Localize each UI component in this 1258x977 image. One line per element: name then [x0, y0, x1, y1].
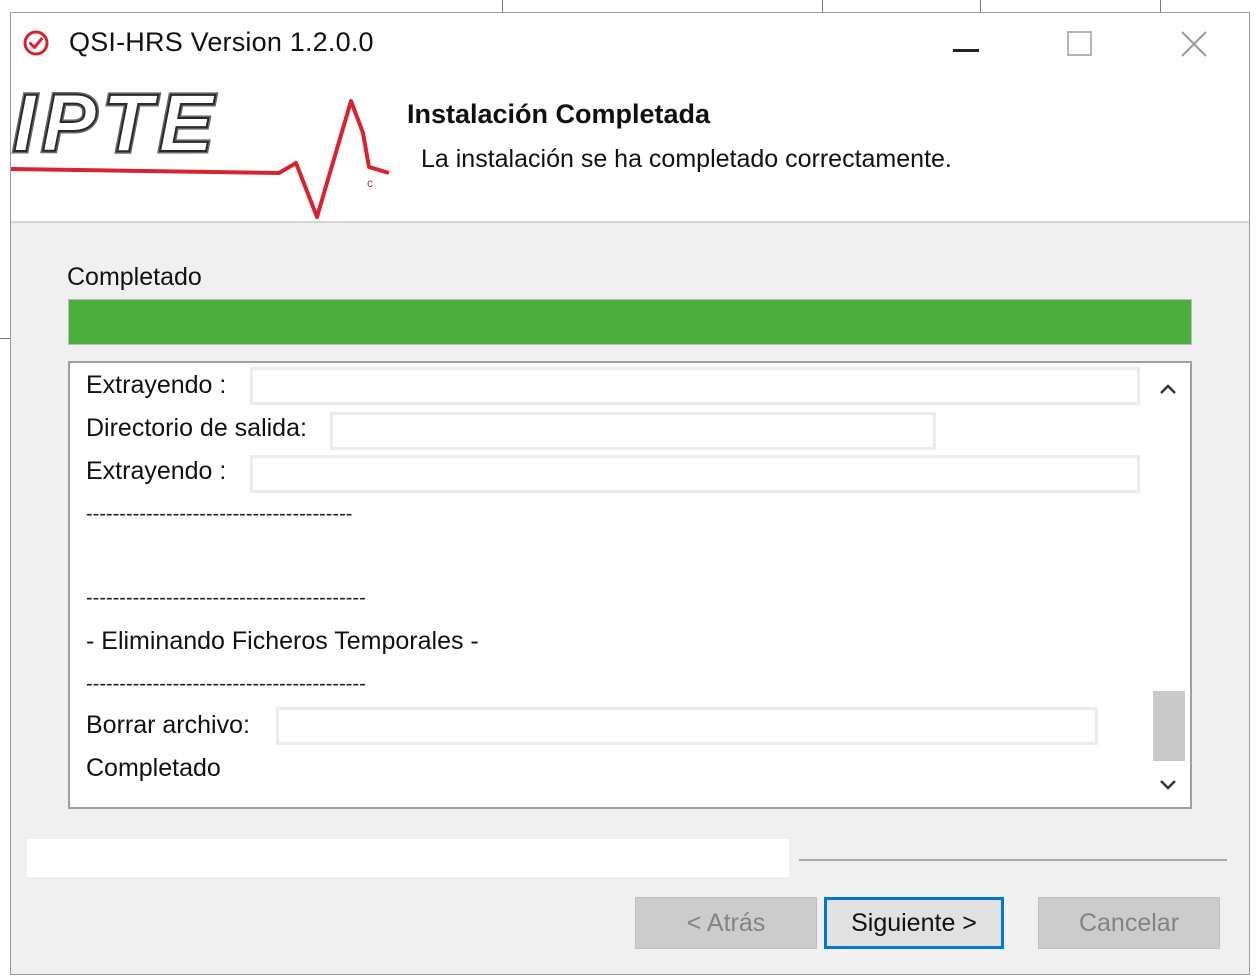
- log-line: Directorio de salida:: [86, 414, 307, 442]
- close-icon: [1181, 31, 1207, 57]
- next-button[interactable]: Siguiente >: [824, 897, 1004, 949]
- log-line: Extrayendo :: [86, 457, 227, 485]
- scroll-down-button[interactable]: [1148, 765, 1188, 805]
- progress-bar: [68, 299, 1192, 345]
- header-banner: IPTE IPTE c Instalación Completada La in…: [11, 75, 1249, 223]
- installer-window: QSI-HRS Version 1.2.0.0 IPTE IPTE c Inst…: [10, 12, 1250, 975]
- check-circle-icon: [23, 30, 49, 56]
- footer-separator: [799, 859, 1227, 861]
- log-line: - Eliminando Ficheros Temporales -: [86, 627, 479, 655]
- progress-label: Completado: [67, 263, 202, 291]
- branding-text-redacted: [27, 839, 789, 877]
- page-title: Instalación Completada: [407, 99, 711, 129]
- back-button[interactable]: < Atrás: [635, 897, 817, 949]
- log-separator: ----------------------------------------: [86, 503, 353, 525]
- scroll-thumb[interactable]: [1153, 691, 1185, 761]
- log-line: Borrar archivo:: [86, 711, 250, 739]
- log-scrollbar[interactable]: [1148, 365, 1188, 805]
- chevron-down-icon: [1160, 780, 1176, 790]
- scroll-up-button[interactable]: [1148, 369, 1188, 409]
- log-separator: ----------------------------------------…: [86, 587, 366, 609]
- logo-text: IPTE: [13, 78, 219, 169]
- install-log: Extrayendo : Directorio de salida: Extra…: [68, 361, 1192, 809]
- window-title: QSI-HRS Version 1.2.0.0: [69, 27, 374, 57]
- minimize-icon: [953, 49, 979, 52]
- maximize-button[interactable]: [1025, 13, 1135, 75]
- progress-fill: [69, 300, 1191, 344]
- svg-text:c: c: [367, 176, 373, 190]
- maximize-icon: [1067, 31, 1092, 56]
- redacted-path: [330, 412, 936, 450]
- page-subtitle: La instalación se ha completado correcta…: [421, 145, 952, 173]
- minimize-button[interactable]: [911, 13, 1021, 75]
- brand-logo: IPTE IPTE c: [11, 76, 390, 219]
- log-line: Completado: [86, 754, 221, 782]
- redacted-path: [250, 367, 1140, 405]
- chevron-up-icon: [1160, 384, 1176, 394]
- redacted-path: [250, 455, 1140, 493]
- redacted-path: [276, 707, 1098, 745]
- log-separator: ----------------------------------------…: [86, 673, 366, 695]
- log-line: Extrayendo :: [86, 371, 227, 399]
- close-button[interactable]: [1139, 13, 1249, 75]
- cancel-button[interactable]: Cancelar: [1038, 897, 1220, 949]
- title-bar: QSI-HRS Version 1.2.0.0: [11, 13, 1249, 75]
